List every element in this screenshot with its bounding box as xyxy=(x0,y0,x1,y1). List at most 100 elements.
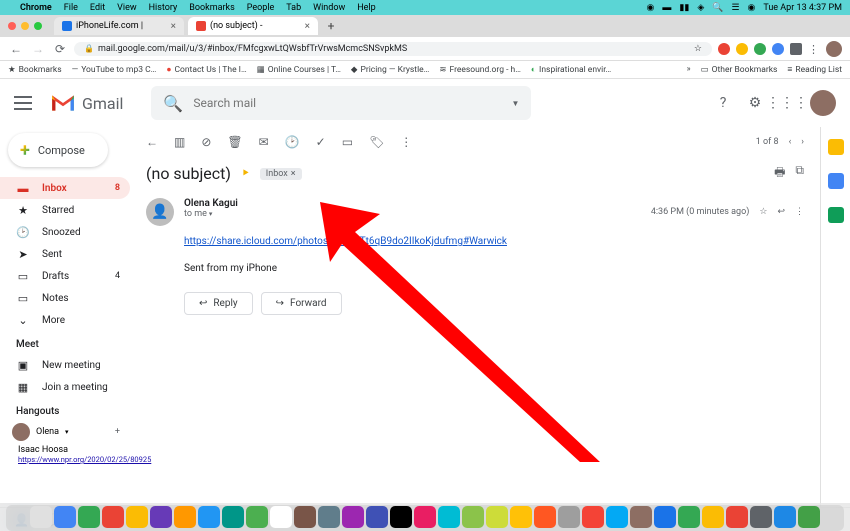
labels-icon[interactable]: 🏷 xyxy=(369,135,384,149)
close-tab-icon[interactable]: × xyxy=(171,21,176,32)
main-menu-button[interactable] xyxy=(14,96,32,110)
tasks-icon[interactable]: ✓ xyxy=(316,135,326,149)
dock-app-icon[interactable] xyxy=(294,506,316,528)
bookmark-item[interactable]: ●Contact Us | The I… xyxy=(166,64,246,75)
back-icon[interactable]: ← xyxy=(146,135,158,149)
label-chip[interactable]: Inbox× xyxy=(260,168,302,180)
keep-icon[interactable] xyxy=(828,173,844,189)
bookmarks-overflow[interactable]: » xyxy=(687,64,691,75)
sidebar-item-sent[interactable]: ➤Sent xyxy=(0,243,130,265)
dock-app-icon[interactable] xyxy=(702,506,724,528)
sidebar-item-inbox[interactable]: ▬Inbox8 xyxy=(0,177,130,199)
extension-icon[interactable] xyxy=(736,43,748,55)
more-icon[interactable]: ⋮ xyxy=(400,135,412,149)
account-avatar[interactable] xyxy=(810,90,836,116)
dock-app-icon[interactable] xyxy=(678,506,700,528)
dock-app-icon[interactable] xyxy=(222,506,244,528)
hangout-contact[interactable]: Isaac Hoosa https://www.npr.org/2020/02/… xyxy=(0,443,130,466)
menu-help[interactable]: Help xyxy=(357,3,375,13)
dock-app-icon[interactable] xyxy=(318,506,340,528)
dock-app-icon[interactable] xyxy=(582,506,604,528)
dock-app-icon[interactable] xyxy=(390,506,412,528)
extension-icon[interactable] xyxy=(772,43,784,55)
sidebar-item-new-meeting[interactable]: ▣New meeting xyxy=(0,354,130,376)
apps-icon[interactable]: ⋮⋮⋮ xyxy=(778,94,796,112)
maximize-window[interactable] xyxy=(34,22,42,30)
bookmark-item[interactable]: ▦Online Courses | T… xyxy=(257,65,341,75)
dock-app-icon[interactable] xyxy=(774,506,796,528)
hangout-contact[interactable]: Olena ▾ + xyxy=(0,421,130,443)
menu-bookmarks[interactable]: Bookmarks xyxy=(189,3,234,13)
minimize-window[interactable] xyxy=(21,22,29,30)
menu-people[interactable]: People xyxy=(247,3,275,13)
menu-history[interactable]: History xyxy=(149,3,178,13)
dock-app-icon[interactable] xyxy=(654,506,676,528)
browser-tab[interactable]: (no subject) - × xyxy=(188,17,318,35)
dock-app-icon[interactable] xyxy=(366,506,388,528)
url-field[interactable]: 🔒 mail.google.com/mail/u/3/#inbox/FMfcgx… xyxy=(74,42,712,56)
prev-icon[interactable]: ‹ xyxy=(789,137,792,147)
dock-app-icon[interactable] xyxy=(30,506,52,528)
dock-app-icon[interactable] xyxy=(54,506,76,528)
menu-tab[interactable]: Tab xyxy=(286,3,301,13)
control-center-icon[interactable]: ☰ xyxy=(731,3,739,13)
dock-app-icon[interactable] xyxy=(150,506,172,528)
gmail-logo[interactable]: Gmail xyxy=(50,93,123,113)
sidebar-item-drafts[interactable]: ▭Drafts4 xyxy=(0,265,130,287)
calendar-icon[interactable] xyxy=(828,139,844,155)
dock-app-icon[interactable] xyxy=(342,506,364,528)
reading-list[interactable]: ≡Reading List xyxy=(787,64,842,75)
popout-icon[interactable]: ⧉ xyxy=(795,163,804,184)
dock-app-icon[interactable] xyxy=(414,506,436,528)
dock-app-icon[interactable] xyxy=(174,506,196,528)
forward-button[interactable]: ↪Forward xyxy=(261,292,342,315)
menu-file[interactable]: File xyxy=(64,3,78,13)
sidebar-item-snoozed[interactable]: 🕑Snoozed xyxy=(0,221,130,243)
menubar-app[interactable]: Chrome xyxy=(20,3,52,13)
forward-button[interactable]: → xyxy=(30,41,46,57)
more-icon[interactable]: ⋮ xyxy=(795,207,804,217)
dock-app-icon[interactable] xyxy=(630,506,652,528)
important-icon[interactable]: ⯈ xyxy=(241,167,250,181)
print-icon[interactable]: 🖶 xyxy=(774,163,785,184)
dock-app-icon[interactable] xyxy=(486,506,508,528)
new-tab-button[interactable]: + xyxy=(322,17,340,35)
search-bar[interactable]: 🔍 ▼ xyxy=(151,86,531,120)
clock[interactable]: Tue Apr 13 4:37 PM xyxy=(763,3,842,13)
unread-icon[interactable]: ✉ xyxy=(259,135,269,149)
delete-icon[interactable]: 🗑 xyxy=(227,135,242,149)
dock-app-icon[interactable] xyxy=(510,506,532,528)
dock-app-icon[interactable] xyxy=(798,506,820,528)
dock-app-icon[interactable] xyxy=(558,506,580,528)
dock-app-icon[interactable] xyxy=(438,506,460,528)
extension-icon[interactable] xyxy=(790,43,802,55)
tasks-icon[interactable] xyxy=(828,207,844,223)
dock-app-icon[interactable] xyxy=(246,506,268,528)
browser-tab[interactable]: iPhoneLife.com | × xyxy=(54,17,184,35)
dock-app-icon[interactable] xyxy=(750,506,772,528)
extension-icon[interactable] xyxy=(754,43,766,55)
bookmark-item[interactable]: ≋Freesound.org - h… xyxy=(439,65,521,75)
menu-edit[interactable]: Edit xyxy=(90,3,105,13)
remove-label-icon[interactable]: × xyxy=(291,169,296,179)
move-icon[interactable]: ▭ xyxy=(342,135,353,149)
search-options-icon[interactable]: ▼ xyxy=(512,99,520,108)
dock-app-icon[interactable] xyxy=(606,506,628,528)
reply-button[interactable]: ↩Reply xyxy=(184,292,253,315)
dock-app-icon[interactable] xyxy=(198,506,220,528)
close-window[interactable] xyxy=(8,22,16,30)
menu-view[interactable]: View xyxy=(117,3,136,13)
siri-icon[interactable]: ◉ xyxy=(748,3,756,13)
dock-app-icon[interactable] xyxy=(270,506,292,528)
spotlight-icon[interactable]: 🔍 xyxy=(712,3,723,13)
bookmark-item[interactable]: ★Bookmarks xyxy=(8,65,62,75)
dock-app-icon[interactable] xyxy=(102,506,124,528)
next-icon[interactable]: › xyxy=(801,137,804,147)
menu-window[interactable]: Window xyxy=(313,3,345,13)
sidebar-item-starred[interactable]: ★Starred xyxy=(0,199,130,221)
sidebar-item-notes[interactable]: ▭Notes xyxy=(0,287,130,309)
bookmark-item[interactable]: ◆Pricing — Krystle… xyxy=(351,65,429,75)
spam-icon[interactable]: ⊘ xyxy=(201,135,211,149)
bookmark-item[interactable]: —YouTube to mp3 C… xyxy=(72,65,157,75)
reload-button[interactable]: ⟳ xyxy=(52,41,68,57)
